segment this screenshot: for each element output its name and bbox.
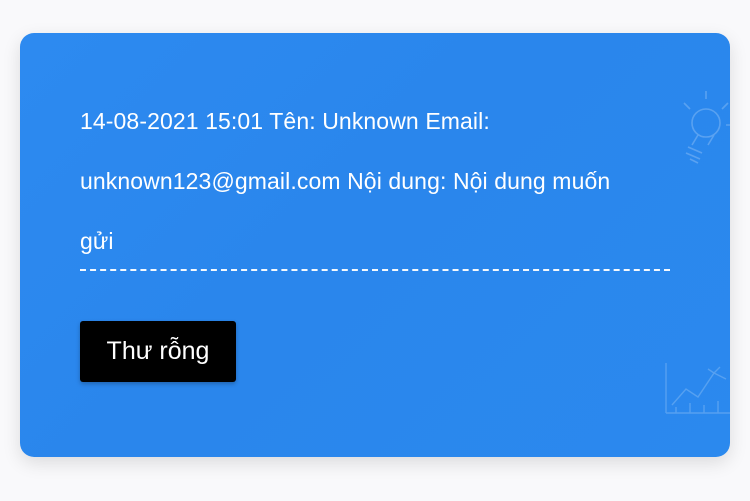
- name-label: Tên:: [269, 108, 316, 134]
- message-text: 14-08-2021 15:01 Tên: Unknown Email: unk…: [80, 91, 620, 271]
- lightbulb-icon: [683, 91, 730, 164]
- empty-mailbox-button[interactable]: Thư rỗng: [80, 321, 236, 382]
- email-label: Email:: [425, 108, 490, 134]
- dashed-divider: [80, 269, 670, 271]
- content-label: Nội dung:: [347, 168, 447, 194]
- name-value: Unknown: [322, 108, 419, 134]
- message-card: 14-08-2021 15:01 Tên: Unknown Email: unk…: [20, 33, 730, 457]
- message-datetime: 14-08-2021 15:01: [80, 108, 264, 134]
- chart-sketch-icon: [665, 363, 730, 414]
- email-value: unknown123@gmail.com: [80, 168, 341, 194]
